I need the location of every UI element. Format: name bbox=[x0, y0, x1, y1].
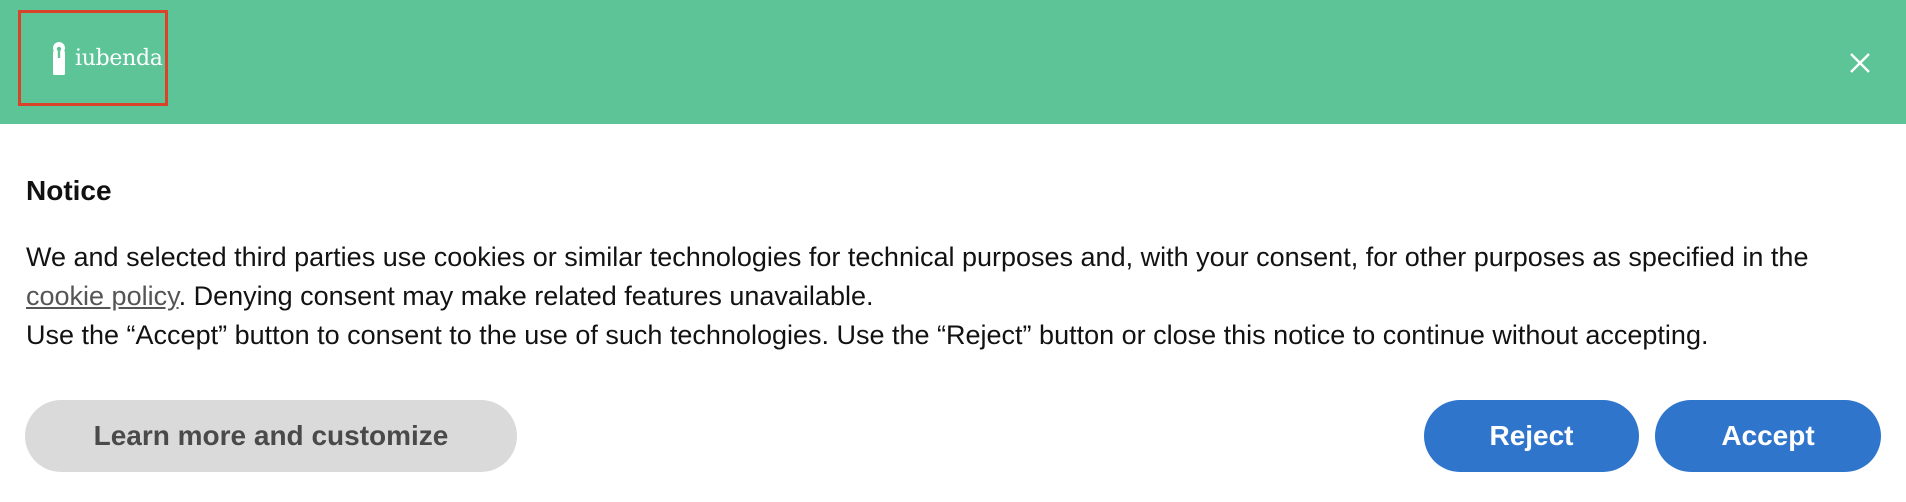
brand-name: iubenda bbox=[75, 45, 163, 71]
notice-text-part1: We and selected third parties use cookie… bbox=[26, 242, 1809, 272]
cookie-consent-banner: iubenda Notice We and selected third par… bbox=[0, 0, 1906, 502]
cookie-policy-link[interactable]: cookie policy bbox=[26, 281, 179, 311]
notice-body: We and selected third parties use cookie… bbox=[26, 238, 1886, 355]
notice-text-line2: Use the “Accept” button to consent to th… bbox=[26, 320, 1709, 350]
close-button[interactable] bbox=[1846, 49, 1874, 77]
reject-button[interactable]: Reject bbox=[1424, 400, 1639, 472]
learn-more-customize-button[interactable]: Learn more and customize bbox=[25, 400, 517, 472]
banner-header: iubenda bbox=[0, 0, 1906, 124]
keyhole-icon bbox=[53, 42, 65, 75]
close-icon bbox=[1850, 53, 1870, 73]
notice-content: Notice We and selected third parties use… bbox=[26, 174, 1886, 355]
accept-button[interactable]: Accept bbox=[1655, 400, 1881, 472]
notice-title: Notice bbox=[26, 175, 112, 206]
notice-text-part2: . Denying consent may make related featu… bbox=[178, 281, 874, 311]
brand-logo: iubenda bbox=[18, 10, 168, 106]
